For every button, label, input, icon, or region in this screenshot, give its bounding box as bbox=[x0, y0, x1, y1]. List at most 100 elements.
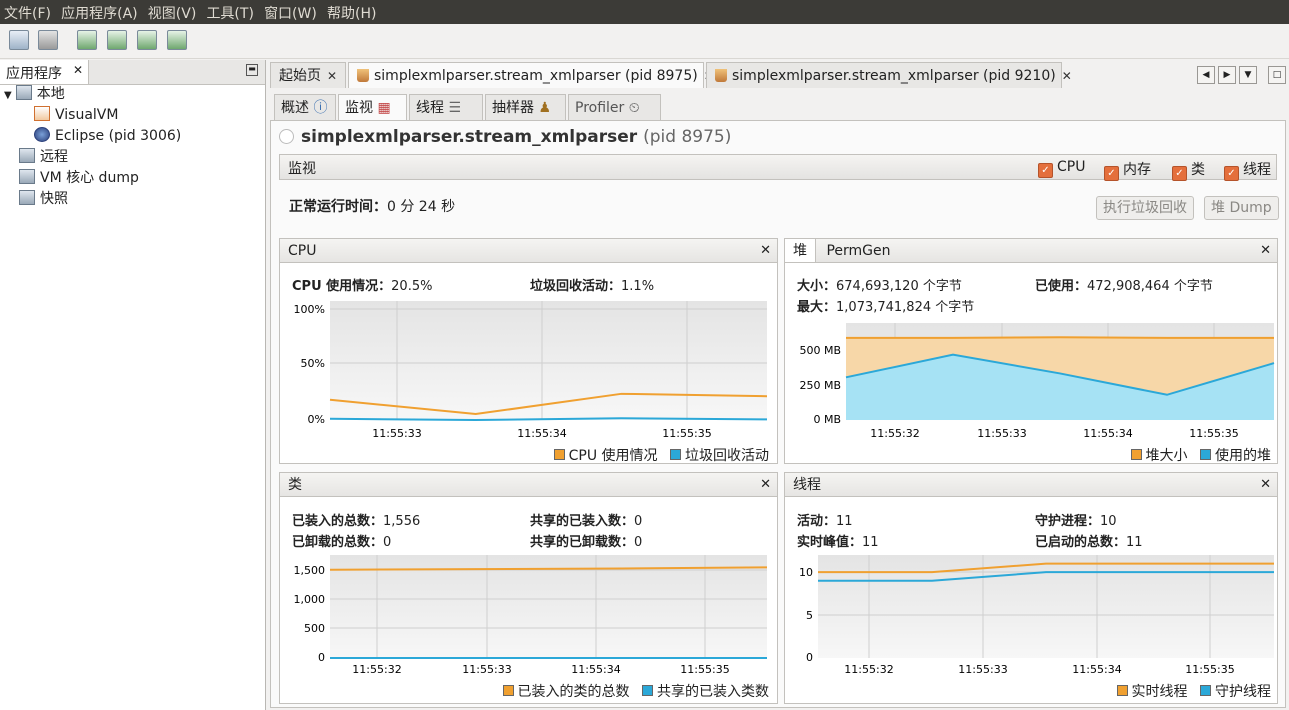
heap-size-value: 674,693,120 个字节 bbox=[836, 279, 962, 294]
tree-item-remote[interactable]: 远程 bbox=[19, 147, 68, 167]
tab-list-icon[interactable]: ▼ bbox=[1239, 66, 1257, 84]
expand-arrow-icon[interactable]: ▼ bbox=[4, 90, 12, 101]
legend-swatch-icon bbox=[502, 685, 514, 696]
classes-chart: 0 500 1,000 1,500 11:55:32 11:55:33 11:5… bbox=[294, 555, 768, 676]
save-icon[interactable] bbox=[38, 30, 58, 50]
gc-button[interactable]: 执行垃圾回收 bbox=[1096, 196, 1194, 220]
heap-dump-button[interactable]: 堆 Dump bbox=[1204, 196, 1279, 220]
snapshot-icon bbox=[19, 190, 35, 205]
applications-tab[interactable]: 应用程序 ✕ bbox=[0, 60, 89, 84]
java-cup-icon bbox=[715, 69, 727, 82]
threads-live-value: 11 bbox=[836, 514, 853, 529]
heap-xtick: 11:55:33 bbox=[977, 427, 1026, 440]
heap-max-value: 1,073,741,824 个字节 bbox=[836, 300, 975, 315]
menu-tools[interactable]: 工具(T) bbox=[202, 0, 253, 23]
tree-item-eclipse[interactable]: Eclipse (pid 3006) bbox=[34, 126, 181, 146]
close-icon[interactable]: ✕ bbox=[327, 69, 337, 83]
tree-item-snapshot[interactable]: 快照 bbox=[19, 189, 68, 209]
heap-tab[interactable]: 堆 bbox=[785, 239, 816, 262]
clock-icon: ⏲ bbox=[628, 100, 640, 116]
classes-loaded: 已装入的总数：1,556 bbox=[292, 510, 420, 529]
cpu-panel: CPU ✕ CPU 使用情况：20.5% 垃圾回收活动：1.1% 100% 50%… bbox=[279, 238, 778, 464]
legend-daemon-threads: 守护线程 bbox=[1215, 684, 1271, 700]
legend-heap-size: 堆大小 bbox=[1145, 448, 1188, 464]
threads-live: 活动：11 bbox=[797, 510, 853, 529]
legend-live-threads: 实时线程 bbox=[1131, 684, 1188, 700]
menu-help[interactable]: 帮助(H) bbox=[323, 0, 376, 23]
add-remote-host-icon[interactable] bbox=[107, 30, 127, 50]
check-classes[interactable]: ✓ 类 bbox=[1172, 159, 1205, 181]
heap-ytick: 0 MB bbox=[813, 413, 841, 426]
threads-peak-label: 实时峰值： bbox=[797, 535, 863, 550]
maximize-icon[interactable]: □ bbox=[1268, 66, 1286, 84]
remote-host-icon bbox=[19, 148, 35, 163]
tab-profiler-label: Profiler bbox=[575, 100, 625, 116]
tree-item-coredump[interactable]: VM 核心 dump bbox=[19, 168, 139, 188]
heap-max: 最大：1,073,741,824 个字节 bbox=[797, 296, 974, 315]
doc-tab-pid-8975[interactable]: simplexmlparser.stream_xmlparser (pid 89… bbox=[348, 62, 714, 88]
legend-gc-activity: 垃圾回收活动 bbox=[685, 448, 769, 464]
tab-overview[interactable]: 概述 ⓘ bbox=[274, 94, 336, 120]
close-icon[interactable]: ✕ bbox=[73, 63, 83, 77]
gc-activity-label: 垃圾回收活动： bbox=[530, 279, 622, 294]
heap-xtick: 11:55:32 bbox=[870, 427, 919, 440]
tab-sampler[interactable]: 抽样器 ♟ bbox=[485, 94, 566, 120]
threads-xtick: 11:55:35 bbox=[1185, 663, 1234, 676]
tab-overview-label: 概述 bbox=[281, 100, 309, 116]
menu-application[interactable]: 应用程序(A) bbox=[57, 0, 138, 23]
close-icon[interactable]: ✕ bbox=[760, 239, 771, 263]
scroll-right-icon[interactable]: ▶ bbox=[1218, 66, 1236, 84]
threads-started-value: 11 bbox=[1126, 535, 1143, 550]
tree-item-local[interactable]: ▼ 本地 bbox=[4, 84, 65, 104]
java-cup-icon bbox=[357, 69, 369, 82]
legend-swatch-icon bbox=[642, 685, 653, 696]
tree-item-visualvm[interactable]: VisualVM bbox=[34, 105, 118, 125]
menu-view[interactable]: 视图(V) bbox=[144, 0, 197, 23]
permgen-tab[interactable]: PermGen bbox=[820, 243, 890, 259]
legend-swatch-icon bbox=[1116, 685, 1128, 696]
tab-threads-label: 线程 bbox=[416, 100, 444, 116]
doc-tab-start-page[interactable]: 起始页 ✕ bbox=[270, 62, 346, 88]
threads-daemon: 守护进程：10 bbox=[1035, 510, 1117, 529]
app-title: simplexmlparser.stream_xmlparser (pid 89… bbox=[301, 127, 731, 147]
tab-profiler[interactable]: Profiler ⏲ bbox=[568, 94, 661, 120]
classes-shared-unloaded-label: 共享的已卸载数： bbox=[530, 535, 635, 550]
doc-tab-pid-9210[interactable]: simplexmlparser.stream_xmlparser (pid 92… bbox=[706, 62, 1072, 88]
tab-monitor[interactable]: 监视 ▦ bbox=[338, 94, 407, 120]
check-threads[interactable]: ✓ 线程 bbox=[1224, 159, 1271, 181]
classes-loaded-value: 1,556 bbox=[383, 514, 421, 529]
heap-used-value: 472,908,464 个字节 bbox=[1087, 279, 1213, 294]
check-memory-label: 内存 bbox=[1123, 162, 1151, 178]
threads-ytick: 5 bbox=[806, 609, 813, 622]
legend-cpu-usage: CPU 使用情况 bbox=[568, 448, 658, 464]
computer-icon bbox=[15, 85, 32, 100]
tree-label-visualvm: VisualVM bbox=[55, 107, 119, 123]
heap-max-label: 最大： bbox=[797, 300, 837, 315]
heap-size-label: 大小： bbox=[797, 279, 837, 294]
gc-activity-line bbox=[329, 417, 768, 422]
check-cpu[interactable]: ✓ CPU bbox=[1038, 159, 1085, 178]
threads-xtick: 11:55:32 bbox=[844, 663, 893, 676]
classes-shared-loaded: 共享的已装入数：0 bbox=[530, 510, 642, 529]
close-icon[interactable]: ✕ bbox=[1062, 69, 1072, 83]
tree-label-remote: 远程 bbox=[40, 149, 68, 165]
check-memory[interactable]: ✓ 内存 bbox=[1104, 159, 1151, 181]
monitor-title: 监视 bbox=[288, 161, 316, 177]
heap-used-label: 已使用： bbox=[1035, 279, 1088, 294]
threads-panel: 线程 ✕ 活动：11 守护进程：10 实时峰值：11 已启动的总数：11 0 5 … bbox=[784, 472, 1278, 704]
menu-file[interactable]: 文件(F) bbox=[0, 0, 51, 23]
add-coredump-icon[interactable] bbox=[137, 30, 157, 50]
tab-threads[interactable]: 线程 ☰ bbox=[409, 94, 483, 120]
threads-daemon-value: 10 bbox=[1100, 514, 1117, 529]
menu-window[interactable]: 窗口(W) bbox=[260, 0, 317, 23]
close-icon[interactable]: ✕ bbox=[760, 473, 771, 497]
close-icon[interactable]: ✕ bbox=[1260, 239, 1271, 263]
close-icon[interactable]: ✕ bbox=[1260, 473, 1271, 497]
add-jmx-connection-icon[interactable] bbox=[77, 30, 97, 50]
open-snapshot-icon[interactable] bbox=[9, 30, 29, 50]
app-name: simplexmlparser.stream_xmlparser bbox=[301, 127, 638, 147]
monitor-content: simplexmlparser.stream_xmlparser (pid 89… bbox=[270, 120, 1286, 708]
scroll-left-icon[interactable]: ◀ bbox=[1197, 66, 1215, 84]
minimize-icon[interactable]: ▬ bbox=[246, 64, 258, 76]
load-snapshot-icon[interactable] bbox=[167, 30, 187, 50]
